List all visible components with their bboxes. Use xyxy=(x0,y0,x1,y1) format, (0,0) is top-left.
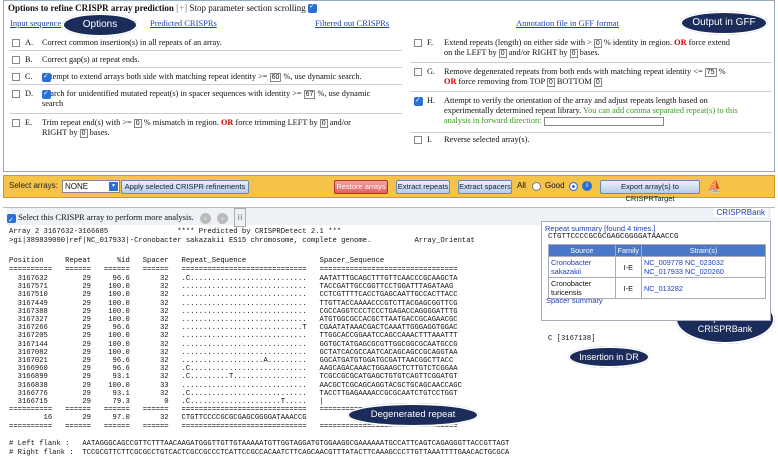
array-header-line2: >gi|389839000|ref|NC_017933|-Cronobacter… xyxy=(9,237,475,245)
option-g: G. Remove degenerated repeats from both … xyxy=(414,67,774,89)
gff-output-callout: Output in GFF xyxy=(680,11,768,35)
stop-scroll-checkbox[interactable] xyxy=(307,2,317,14)
summary-row: 16 29 97.0 32 CTGTTCCCCGCGCGAGCGGGGATAAA… xyxy=(9,414,307,422)
option-d-checkbox[interactable] xyxy=(12,90,20,98)
option-f-checkbox[interactable] xyxy=(414,39,422,47)
gff-annotation-link[interactable]: Annotation file in GFF format xyxy=(516,18,619,28)
select-array-checkbox[interactable] xyxy=(7,212,16,229)
option-d-identity-input[interactable]: 67 xyxy=(303,89,316,99)
option-c: C. Attempt to extend arrays both side wi… xyxy=(12,71,407,83)
strains-cell[interactable]: NC_013282 xyxy=(641,277,766,299)
option-b-checkbox[interactable] xyxy=(12,56,20,64)
divider xyxy=(410,91,772,92)
degenerated-repeat-callout: Degenerated repeat xyxy=(347,403,479,427)
info-icon[interactable]: i xyxy=(582,181,592,191)
extract-spacers-button[interactable]: Extract spacers xyxy=(458,180,512,194)
insertion-note: C [3167138] xyxy=(548,335,596,343)
option-h-checkbox[interactable] xyxy=(414,95,423,106)
apply-refinements-button[interactable]: Apply selected CRISPR refinements xyxy=(121,180,249,194)
option-c-checkbox[interactable] xyxy=(12,73,20,81)
option-a-checkbox[interactable] xyxy=(12,39,20,47)
help-icon[interactable]: H xyxy=(234,208,246,227)
family-cell: I-E xyxy=(614,277,643,299)
table-header: Position Repeat %id Spacer Repeat_Sequen… xyxy=(9,257,385,265)
back-icon[interactable]: ‹ xyxy=(199,212,211,224)
option-g-bottom-input[interactable]: 0 xyxy=(593,77,602,87)
option-f-left-input[interactable]: 0 xyxy=(498,48,507,58)
crisprbank-table: Source Family Strain(s) Cronobacter saka… xyxy=(548,244,766,299)
option-e-left-input[interactable]: 0 xyxy=(319,118,328,128)
column-header: Strain(s) xyxy=(641,244,766,257)
divider xyxy=(9,50,402,51)
stop-scroll-label: Stop parameter section scrolling xyxy=(189,3,306,13)
predicted-crisprs-link[interactable]: Predicted CRISPRs xyxy=(150,18,217,28)
divider xyxy=(9,67,402,68)
divider xyxy=(410,62,772,63)
table-rule: ========== ====== ====== ====== ========… xyxy=(9,266,458,274)
extract-repeats-button[interactable]: Extract repeats xyxy=(396,180,450,194)
crisprbank-title[interactable]: CRISPRBank xyxy=(713,208,768,217)
restore-arrays-button[interactable]: Restore arrays xyxy=(334,180,388,194)
export-icon[interactable]: ⛵ xyxy=(707,179,722,193)
divider xyxy=(9,113,402,114)
option-c-dynamic-checkbox[interactable] xyxy=(42,71,51,82)
select-arrays-label: Select arrays: xyxy=(9,181,58,190)
column-header: Family xyxy=(614,244,643,257)
panel-title: Options to refine CRISPR array predictio… xyxy=(8,3,174,13)
select-array-label: Select this CRISPR array to perform more… xyxy=(18,212,194,222)
option-g-identity-input[interactable]: 75 xyxy=(704,67,717,77)
spacer-summary-link[interactable]: Spacer summary xyxy=(546,296,603,305)
action-toolbar: Select arrays: NONE ▾ Apply selected CRI… xyxy=(3,175,775,203)
table-row: Cronobacter sakazakii I-E NC_009778 NC_0… xyxy=(548,256,766,278)
crisprbank-panel: CRISPRBank Repeat summary [found 4 times… xyxy=(541,208,771,321)
option-d-dynamic-checkbox[interactable] xyxy=(42,88,51,99)
options-callout: Options xyxy=(62,13,138,37)
chevron-down-icon: ▾ xyxy=(109,182,118,191)
column-header: Source xyxy=(548,244,616,257)
option-h: H. Attempt to verify the orientation of … xyxy=(414,95,774,130)
option-e: E. Trim repeat end(s) with >= 0 % mismat… xyxy=(12,118,407,140)
filter-all-label: All xyxy=(517,181,526,190)
option-c-identity-input[interactable]: 60 xyxy=(269,72,282,82)
option-i: I. Reverse selected array(s). xyxy=(414,135,774,146)
option-d: D. Search for unidentified mutated repea… xyxy=(12,88,407,111)
divider xyxy=(410,132,772,133)
repeat-summary-link[interactable]: Repeat summary [found 4 times.] xyxy=(545,224,655,233)
right-flank: # Right flank : TCCGCGTTCTTCGCGCCTGTCACT… xyxy=(9,449,510,457)
option-g-top-input[interactable]: 0 xyxy=(546,77,555,87)
refinement-options-panel: Options to refine CRISPR array predictio… xyxy=(3,0,775,172)
filtered-crisprs-link[interactable]: Filtered out CRISPRs xyxy=(315,18,389,28)
filter-all-radio[interactable] xyxy=(532,182,541,191)
option-a: A. Correct common insertion(s) in all re… xyxy=(12,38,402,49)
strains-cell[interactable]: NC_009778 NC_023032 NC_017933 NC_020260 xyxy=(641,256,766,278)
option-e-right-input[interactable]: 0 xyxy=(79,128,88,138)
divider xyxy=(9,84,402,85)
option-f: F. Extend repeats (length) on either sid… xyxy=(414,38,774,60)
repeat-sequence: CTGTTCCCCGCGCGAGCGGGGATAAACCG xyxy=(548,233,679,241)
option-g-checkbox[interactable] xyxy=(414,68,422,76)
option-h-repeats-input[interactable] xyxy=(543,116,664,126)
family-cell: I-E xyxy=(614,256,643,278)
option-i-checkbox[interactable] xyxy=(414,136,422,144)
input-sequence-link[interactable]: Input sequence xyxy=(10,18,61,28)
filter-good-radio[interactable] xyxy=(569,182,578,191)
forward-icon[interactable]: › xyxy=(217,212,229,224)
option-e-checkbox[interactable] xyxy=(12,119,20,127)
array-header-line1: Array 2 3167632-3166685 **** Predicted b… xyxy=(9,228,342,236)
left-flank: # Left flank : AATAGGGCAGCCGTTCTTTAACAAG… xyxy=(9,440,510,448)
source-cell[interactable]: Cronobacter sakazakii xyxy=(548,256,616,278)
panel-title-row: Options to refine CRISPR array predictio… xyxy=(8,2,317,14)
select-arrays-dropdown[interactable]: NONE ▾ xyxy=(62,180,120,193)
option-e-mismatch-input[interactable]: 0 xyxy=(133,118,142,128)
filter-good-label: Good xyxy=(545,181,565,190)
option-f-identity-input[interactable]: 0 xyxy=(593,38,602,48)
option-b: B. Correct gap(s) at repeat ends. xyxy=(12,55,402,66)
option-f-right-input[interactable]: 0 xyxy=(569,48,578,58)
export-crisprtarget-button[interactable]: Export array(s) to CRISPRTarget xyxy=(600,180,700,203)
insertion-callout: Insertion in DR xyxy=(568,346,650,368)
expand-badge[interactable]: [+] xyxy=(176,3,187,13)
